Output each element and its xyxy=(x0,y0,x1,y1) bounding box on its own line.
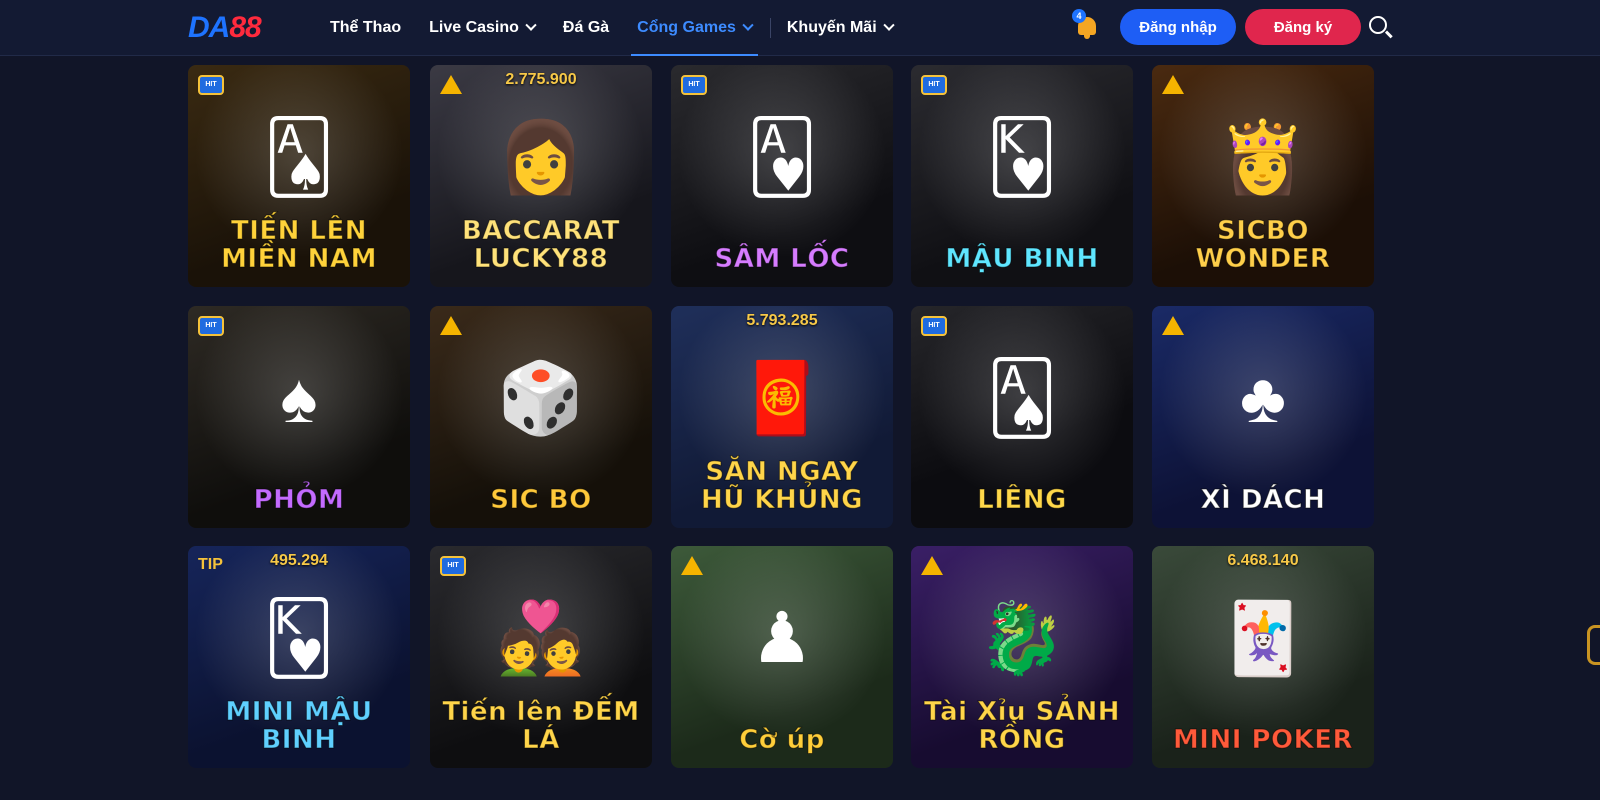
couple-icon: 💑 xyxy=(497,599,585,677)
dice-icon: 🎲 xyxy=(497,359,585,437)
game-card[interactable]: 👩 2.775.900 BACCARAT LUCKY88 xyxy=(430,65,652,287)
game-card[interactable]: HIT 💑 Tiến lên ĐẾM LÁ xyxy=(430,546,652,768)
dealer-woman-icon: 👩 xyxy=(497,118,585,196)
game-card[interactable]: HIT 🂡 TIẾN LÊN MIỀN NAM xyxy=(188,65,410,287)
main-nav: Thể Thao Live Casino Đá Gà Cổng Games Kh… xyxy=(330,0,921,56)
game-title: LIÊNG xyxy=(977,484,1067,515)
game-card[interactable]: 👸 SICBO WONDER xyxy=(1152,65,1374,287)
provider-triangle-icon xyxy=(1162,316,1184,335)
game-card[interactable]: ♟ Cờ úp xyxy=(671,546,893,768)
bell-icon[interactable]: 4 xyxy=(1072,9,1099,40)
game-card[interactable]: HIT 🂡 LIÊNG xyxy=(911,306,1133,528)
chevron-down-icon xyxy=(882,19,895,31)
game-title: MINI MẬU BINH xyxy=(225,697,373,755)
notification-badge: 4 xyxy=(1072,9,1086,23)
dragon-cup-icon: 🐉 xyxy=(978,599,1066,677)
game-title: SĂN NGAY HŨ KHỦNG xyxy=(700,457,864,515)
hit-club-logo-icon: HIT xyxy=(440,556,466,576)
game-card[interactable]: HIT ♠ PHỎM xyxy=(188,306,410,528)
provider-triangle-icon xyxy=(440,316,462,335)
game-title: XÌ DÁCH xyxy=(1200,484,1326,515)
game-card[interactable]: 🐉 Tài Xỉu SẢNH RỒNG xyxy=(911,546,1133,768)
provider-triangle-icon xyxy=(1162,75,1184,94)
game-grid: HIT 🂡 TIẾN LÊN MIỀN NAM 👩 2.775.900 BACCARAT … xyxy=(188,65,1396,800)
game-title: BACCARAT LUCKY88 xyxy=(461,216,621,274)
chess-piece-icon: ♟ xyxy=(750,599,814,677)
wonder-woman-icon: 👸 xyxy=(1219,118,1307,196)
game-title: Tài Xỉu SẢNH RỒNG xyxy=(923,697,1121,755)
hit-club-logo-icon: HIT xyxy=(921,75,947,95)
game-title: Cờ úp xyxy=(739,724,825,755)
top-header: DA88 Thể Thao Live Casino Đá Gà Cổng Gam… xyxy=(0,0,1600,56)
cards-coin-icon: 🂡 xyxy=(263,118,335,196)
jackpot-amount: 6.468.140 xyxy=(1227,552,1299,569)
login-button[interactable]: Đăng nhập xyxy=(1120,9,1236,45)
game-title: Tiến lên ĐẾM LÁ xyxy=(442,697,640,755)
jackpot-amount: 495.294 xyxy=(270,552,328,569)
nav-item-cong-games[interactable]: Cổng Games xyxy=(631,0,758,56)
aces-chips-icon: 🂱 xyxy=(746,118,818,196)
floating-widget-edge[interactable] xyxy=(1587,625,1600,665)
game-title: SICBO WONDER xyxy=(1195,216,1331,274)
game-title: SIC BO xyxy=(490,484,592,515)
nav-item-da-ga[interactable]: Đá Gà xyxy=(563,0,609,56)
provider-triangle-icon xyxy=(921,556,943,575)
fortune-god-icon: 🧧 xyxy=(738,359,826,437)
game-title: MINI POKER xyxy=(1172,724,1354,755)
game-card[interactable]: TIP 🂾 495.294 MINI MẬU BINH xyxy=(188,546,410,768)
hit-club-logo-icon: HIT xyxy=(681,75,707,95)
game-card[interactable]: ♣ XÌ DÁCH xyxy=(1152,306,1374,528)
nav-item-the-thao[interactable]: Thể Thao xyxy=(330,0,401,56)
spade-coin-icon: ♠ xyxy=(280,359,318,437)
game-title: SÂM LỐC xyxy=(714,243,850,274)
card-hand-icon: 🂾 xyxy=(263,599,335,677)
game-title: TIẾN LÊN MIỀN NAM xyxy=(221,216,377,274)
game-card[interactable]: HIT 🂾 MẬU BINH xyxy=(911,65,1133,287)
spade-club-icon: ♣ xyxy=(1240,359,1286,437)
search-icon[interactable] xyxy=(1368,15,1394,41)
hit-club-logo-icon: HIT xyxy=(198,75,224,95)
nav-item-live-casino[interactable]: Live Casino xyxy=(429,0,537,56)
game-title: MẬU BINH xyxy=(945,243,1099,274)
game-card[interactable]: 🎲 SIC BO xyxy=(430,306,652,528)
hit-club-logo-icon: HIT xyxy=(198,316,224,336)
da88-logo[interactable]: DA88 xyxy=(188,11,262,45)
cards-chip-icon: 🂾 xyxy=(986,118,1058,196)
chevron-down-icon xyxy=(742,19,754,31)
nav-item-khuyen-mai[interactable]: Khuyến Mãi xyxy=(787,0,895,56)
aces-chip-icon: 🂡 xyxy=(986,359,1058,437)
game-card[interactable]: 🧧 5.793.285 SĂN NGAY HŨ KHỦNG xyxy=(671,306,893,528)
game-title: PHỎM xyxy=(253,484,345,515)
jackpot-amount: 5.793.285 xyxy=(746,312,818,329)
hit-club-logo-icon: HIT xyxy=(921,316,947,336)
chevron-down-icon xyxy=(525,19,537,31)
provider-triangle-icon xyxy=(681,556,703,575)
game-card[interactable]: HIT 🂱 SÂM LỐC xyxy=(671,65,893,287)
nav-divider xyxy=(769,18,771,38)
poker-machine-icon: 🃏 xyxy=(1219,599,1307,677)
game-card[interactable]: 🃏 6.468.140 MINI POKER xyxy=(1152,546,1374,768)
jackpot-amount: 2.775.900 xyxy=(505,71,577,88)
register-button[interactable]: Đăng ký xyxy=(1245,9,1361,45)
